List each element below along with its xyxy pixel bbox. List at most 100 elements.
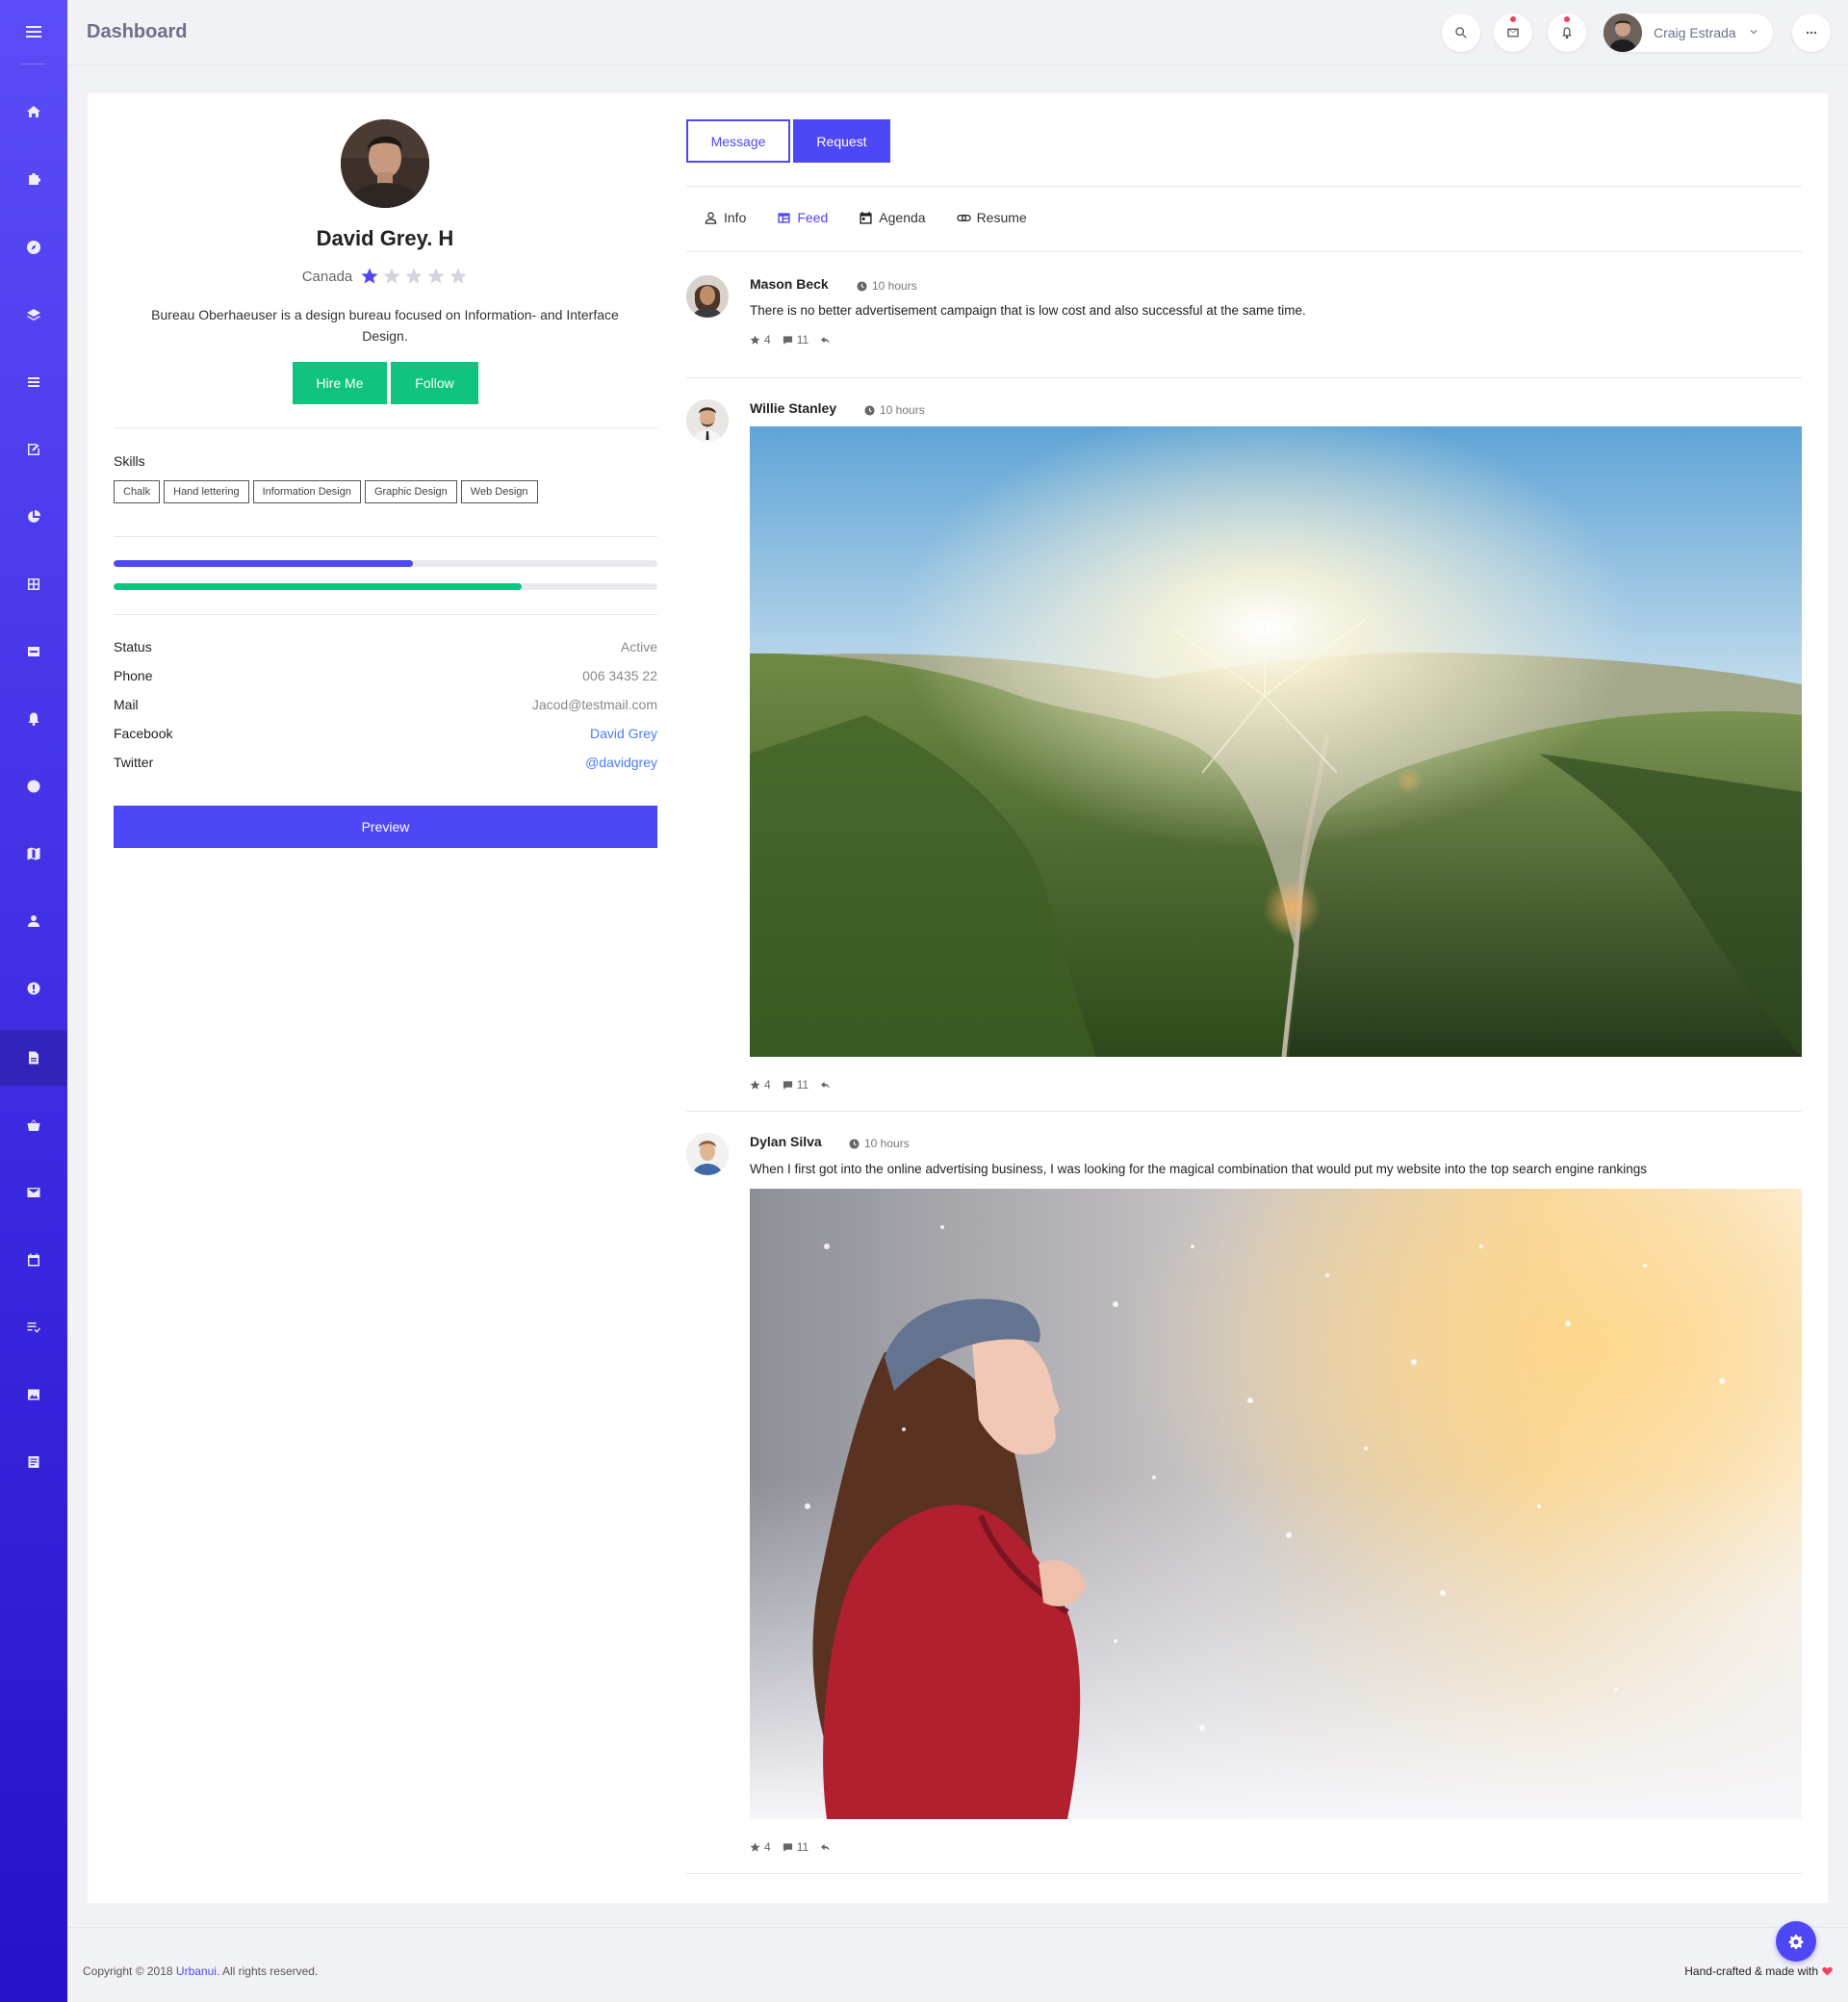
sidebar-item-tables[interactable] [0,556,67,612]
notification-dot [1564,16,1570,22]
reply-action[interactable] [820,335,831,346]
feed-icon [778,212,790,223]
progress-bar-success [114,583,657,590]
tab-agenda[interactable]: Agenda [859,210,926,225]
profile-name: David Grey. H [316,226,454,250]
post-actions: 4 11 [750,1078,831,1091]
sidebar-item-notifications[interactable] [0,691,67,747]
handcrafted-text: Hand-crafted & made with [1684,1964,1818,1978]
profile-card: David Grey. H Canada Bureau Oberhaeuser … [88,93,1828,1903]
skill-tag[interactable]: Chalk [114,480,161,503]
comment-action[interactable]: 11 [783,1840,808,1854]
sidebar-item-layers[interactable] [0,287,67,343]
reply-action[interactable] [820,1842,831,1853]
sidebar-item-errors[interactable] [0,961,67,1016]
messages-button[interactable] [1494,13,1532,52]
post-image-mountain-landscape[interactable] [750,426,1802,1057]
sidebar-item-maps[interactable] [0,826,67,882]
post-timestamp: 10 hours [857,279,917,293]
footer: Copyright © 2018 Urbanui. All rights res… [67,1927,1848,2002]
detail-row-facebook: Facebook David Grey [114,726,657,741]
divider [686,1873,1802,1874]
star-action[interactable]: 4 [750,1840,771,1854]
list-icon [28,377,39,387]
profile-avatar [341,119,429,208]
skill-tag[interactable]: Web Design [460,480,538,503]
menu-toggle-button[interactable] [0,4,67,60]
sidebar-item-widgets[interactable] [0,758,67,814]
tab-label: Agenda [879,210,926,225]
tab-resume[interactable]: Resume [956,210,1027,225]
tab-info[interactable]: Info [704,210,746,225]
sidebar-item-users[interactable] [0,893,67,949]
settings-fab-button[interactable] [1776,1921,1816,1962]
sidebar-item-list[interactable] [0,354,67,410]
sidebar-item-forms[interactable] [0,422,67,477]
sidebar-item-shop[interactable] [0,1097,67,1153]
comment-icon [783,1080,792,1090]
sidebar-item-explore[interactable] [0,219,67,275]
star-empty-icon[interactable] [404,267,424,286]
skill-tag[interactable]: Hand lettering [164,480,249,503]
sidebar-item-components[interactable] [0,151,67,207]
follow-button[interactable]: Follow [391,362,478,404]
copyright-prefix: Copyright © 2018 [83,1964,176,1978]
post-author[interactable]: Mason Beck [750,276,829,292]
message-button[interactable]: Message [686,119,790,163]
post-image-winter-portrait[interactable] [750,1189,1802,1819]
star-icon [750,1841,760,1852]
twitter-link[interactable]: @davidgrey [585,755,657,770]
comment-count: 11 [796,1840,809,1854]
heart-icon [1822,1966,1833,1976]
more-icon [1806,31,1817,35]
star-empty-icon[interactable] [382,267,401,286]
hire-me-button[interactable]: Hire Me [293,362,387,404]
profile-bio: Bureau Oberhaeuser is a design bureau fo… [151,307,619,344]
reply-action[interactable] [820,1080,831,1091]
sidebar-item-calendar[interactable] [0,1232,67,1288]
post-author[interactable]: Dylan Silva [750,1134,822,1149]
calendar-icon [860,211,872,224]
facebook-link[interactable]: David Grey [590,726,657,741]
sidebar-item-tasks[interactable] [0,1299,67,1355]
sidebar-item-home[interactable] [0,84,67,140]
more-options-button[interactable] [1792,13,1831,52]
star-count: 4 [764,333,771,346]
tab-label: Info [724,210,747,225]
search-button[interactable] [1442,13,1480,52]
puzzle-icon [29,173,40,185]
star-empty-icon[interactable] [449,267,468,286]
sidebar-item-docs[interactable] [0,1434,67,1490]
document-icon [28,1456,39,1468]
comment-action[interactable]: 11 [783,333,808,346]
sidebar-item-charts[interactable] [0,489,67,545]
brand-link[interactable]: Urbanui [176,1964,217,1978]
star-action[interactable]: 4 [750,1078,771,1091]
skill-tag[interactable]: Graphic Design [364,480,457,503]
comment-icon [783,335,792,345]
skill-tags: Chalk Hand lettering Information Design … [114,480,538,503]
post-author[interactable]: Willie Stanley [750,400,836,416]
progress-fill [114,583,522,590]
skill-tag[interactable]: Information Design [252,480,361,503]
post-avatar[interactable] [686,275,729,318]
post-time-text: 10 hours [872,279,917,293]
preview-button[interactable]: Preview [114,806,657,848]
user-menu[interactable]: Craig Estrada [1604,13,1773,52]
sidebar-item-cards[interactable] [0,624,67,680]
request-button[interactable]: Request [793,119,890,163]
comment-action[interactable]: 11 [783,1078,808,1091]
post-avatar[interactable] [686,1133,729,1175]
post-time-text: 10 hours [864,1137,910,1150]
star-empty-icon[interactable] [426,267,446,286]
sidebar-item-gallery[interactable] [0,1367,67,1423]
sidebar-item-mail[interactable] [0,1165,67,1220]
star-action[interactable]: 4 [750,333,771,346]
sidebar-item-pages[interactable] [0,1030,67,1086]
tab-feed[interactable]: Feed [777,210,828,225]
page-title: Dashboard [87,21,188,42]
post-actions: 4 11 [750,333,831,346]
notifications-button[interactable] [1548,13,1586,52]
post-avatar[interactable] [686,399,729,442]
star-filled-icon[interactable] [360,267,379,286]
